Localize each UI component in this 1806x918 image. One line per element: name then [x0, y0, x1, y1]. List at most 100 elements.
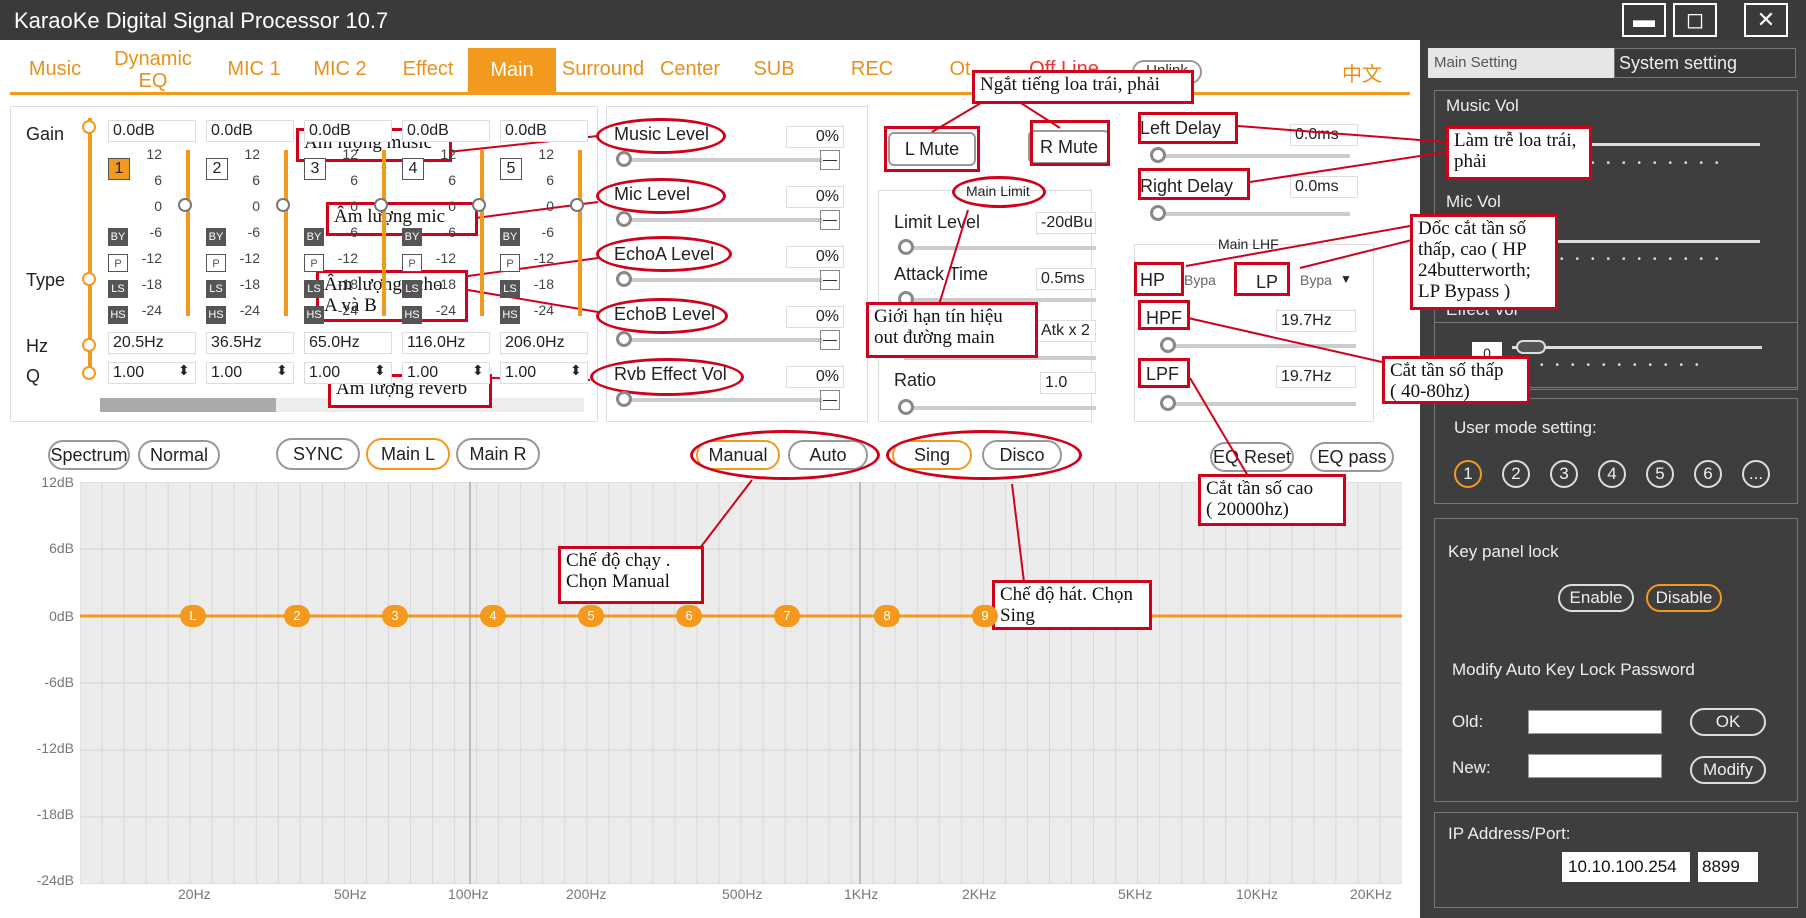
level-minus-button[interactable]: —: [820, 150, 840, 170]
level-slider[interactable]: [622, 278, 822, 282]
level-slider[interactable]: [622, 218, 822, 222]
band-number[interactable]: 1: [108, 158, 130, 180]
user-mode-button[interactable]: 3: [1550, 460, 1578, 488]
band-type-tag[interactable]: BY: [206, 228, 226, 246]
level-slider[interactable]: [622, 338, 822, 342]
level-knob[interactable]: [616, 271, 632, 287]
band-type-tag[interactable]: HS: [304, 306, 324, 324]
eq-band-node[interactable]: 8: [874, 605, 900, 627]
y-axis-tick: 12dB: [41, 474, 74, 490]
band-type-tag[interactable]: P: [500, 254, 520, 272]
annotation-slope-line1: Dốc cắt tần số: [1418, 218, 1527, 239]
y-axis-tick: 0dB: [49, 608, 74, 624]
band-type-tag[interactable]: BY: [108, 228, 128, 246]
band-hz-value[interactable]: 206.0Hz: [500, 332, 588, 354]
eq-band-node[interactable]: 2: [284, 605, 310, 627]
lp-highlight: [1234, 262, 1290, 296]
band-type-tag[interactable]: BY: [304, 228, 324, 246]
level-value[interactable]: 0%: [786, 186, 844, 208]
band-number[interactable]: 2: [206, 158, 228, 180]
band-gain-value[interactable]: 0.0dB: [304, 120, 392, 142]
user-mode-button[interactable]: 5: [1646, 460, 1674, 488]
band-scale-tick: -18: [435, 276, 456, 292]
band-gain-value[interactable]: 0.0dB: [108, 120, 196, 142]
level-slider[interactable]: [622, 158, 822, 162]
user-mode-button[interactable]: 2: [1502, 460, 1530, 488]
band-number[interactable]: 5: [500, 158, 522, 180]
q-stepper-icon[interactable]: ⬍: [276, 362, 288, 379]
band-hz-value[interactable]: 20.5Hz: [108, 332, 196, 354]
band-scale-tick: -6: [247, 224, 260, 240]
band-type-tag[interactable]: LS: [108, 280, 128, 298]
band-type-tag[interactable]: P: [108, 254, 128, 272]
eq-band-node[interactable]: L: [180, 605, 206, 627]
eq-band-node[interactable]: 5: [578, 605, 604, 627]
annotation-delay: Làm trễ loa trái, phải: [1446, 126, 1592, 180]
user-mode-button[interactable]: 4: [1598, 460, 1626, 488]
q-stepper-icon[interactable]: ⬍: [374, 362, 386, 379]
band-type-tag[interactable]: P: [304, 254, 324, 272]
band-type-tag[interactable]: HS: [402, 306, 422, 324]
q-stepper-icon[interactable]: ⬍: [570, 362, 582, 379]
level-value[interactable]: 0%: [786, 126, 844, 148]
level-knob[interactable]: [616, 331, 632, 347]
band-gain-slider[interactable]: [578, 150, 582, 316]
level-value[interactable]: 0%: [786, 306, 844, 328]
band-gain-value[interactable]: 0.0dB: [206, 120, 294, 142]
level-value[interactable]: 0%: [786, 246, 844, 268]
level-knob[interactable]: [616, 211, 632, 227]
band-type-tag[interactable]: BY: [402, 228, 422, 246]
level-minus-button[interactable]: —: [820, 270, 840, 290]
level-minus-button[interactable]: —: [820, 210, 840, 230]
annotation-mute: Ngắt tiếng loa trái, phải: [972, 70, 1194, 104]
band-gain-slider[interactable]: [186, 150, 190, 316]
eq-band-node[interactable]: 4: [480, 605, 506, 627]
band-gain-knob[interactable]: [276, 198, 290, 212]
r-mute-highlight: [1030, 120, 1110, 166]
eq-band-node[interactable]: 7: [774, 605, 800, 627]
user-mode-button[interactable]: 1: [1454, 460, 1482, 488]
level-minus-button[interactable]: —: [820, 330, 840, 350]
band-gain-slider[interactable]: [284, 150, 288, 316]
band-gain-knob[interactable]: [472, 198, 486, 212]
band-gain-knob[interactable]: [570, 198, 584, 212]
eq-band-node[interactable]: 9: [972, 605, 998, 627]
band-scale-tick: 12: [244, 146, 260, 162]
band-gain-slider[interactable]: [382, 150, 386, 316]
q-stepper-icon[interactable]: ⬍: [472, 362, 484, 379]
band-scale-tick: -18: [239, 276, 260, 292]
level-knob[interactable]: [616, 151, 632, 167]
band-number[interactable]: 3: [304, 158, 326, 180]
band-type-tag[interactable]: HS: [500, 306, 520, 324]
q-stepper-icon[interactable]: ⬍: [178, 362, 190, 379]
level-slider[interactable]: [622, 398, 822, 402]
band-type-tag[interactable]: P: [402, 254, 422, 272]
band-gain-value[interactable]: 0.0dB: [402, 120, 490, 142]
band-scale-tick: 6: [448, 172, 456, 188]
band-gain-value[interactable]: 0.0dB: [500, 120, 588, 142]
band-gain-knob[interactable]: [374, 198, 388, 212]
level-knob[interactable]: [616, 391, 632, 407]
level-value[interactable]: 0%: [786, 366, 844, 388]
band-type-tag[interactable]: BY: [500, 228, 520, 246]
band-scale-tick: -12: [337, 250, 358, 266]
band-hz-value[interactable]: 116.0Hz: [402, 332, 490, 354]
user-mode-button[interactable]: ...: [1742, 460, 1770, 488]
band-type-tag[interactable]: LS: [402, 280, 422, 298]
eq-band-node[interactable]: 6: [676, 605, 702, 627]
band-scale-tick: 6: [154, 172, 162, 188]
band-gain-knob[interactable]: [178, 198, 192, 212]
band-hz-value[interactable]: 65.0Hz: [304, 332, 392, 354]
eq-band-node[interactable]: 3: [382, 605, 408, 627]
band-hz-value[interactable]: 36.5Hz: [206, 332, 294, 354]
user-mode-button[interactable]: 6: [1694, 460, 1722, 488]
level-minus-button[interactable]: —: [820, 390, 840, 410]
band-gain-slider[interactable]: [480, 150, 484, 316]
band-type-tag[interactable]: LS: [304, 280, 324, 298]
band-type-tag[interactable]: LS: [500, 280, 520, 298]
band-type-tag[interactable]: P: [206, 254, 226, 272]
band-type-tag[interactable]: LS: [206, 280, 226, 298]
band-type-tag[interactable]: HS: [206, 306, 226, 324]
band-number[interactable]: 4: [402, 158, 424, 180]
band-type-tag[interactable]: HS: [108, 306, 128, 324]
